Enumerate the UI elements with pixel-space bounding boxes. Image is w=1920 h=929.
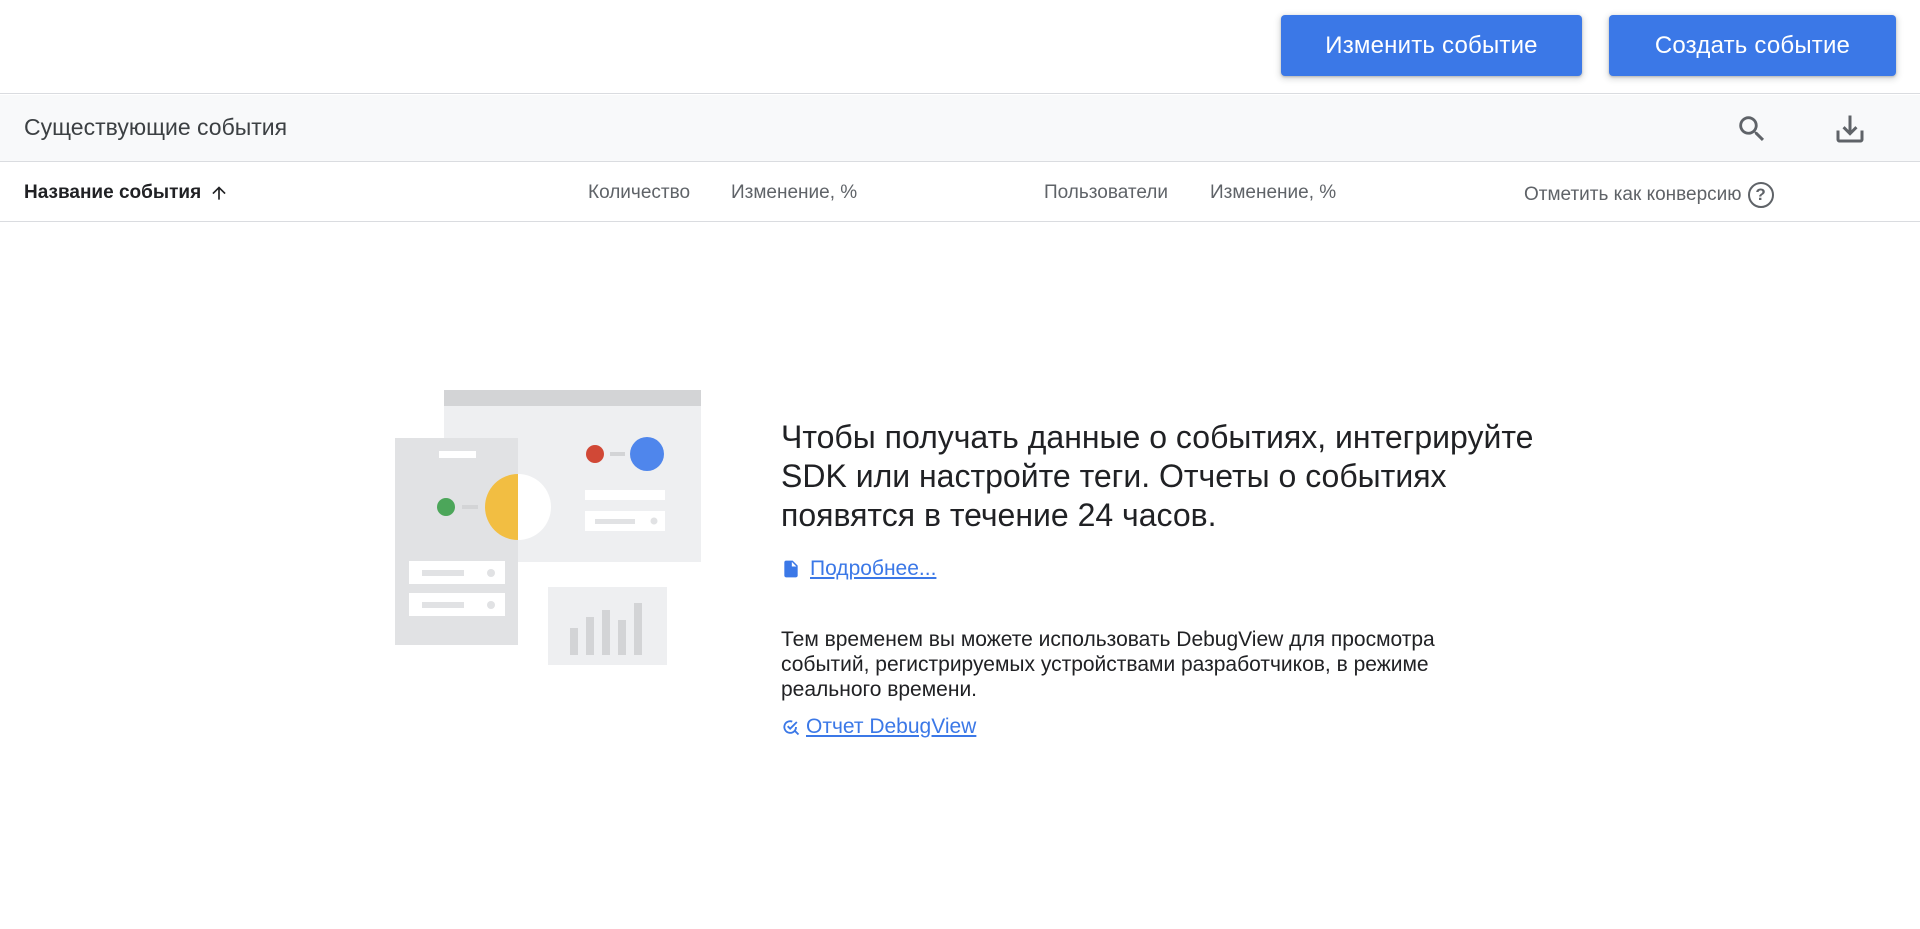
- learn-more-link[interactable]: Подробнее...: [810, 557, 936, 581]
- column-count[interactable]: Количество: [588, 182, 690, 204]
- table-column-header: Название события Количество Изменение, %…: [0, 163, 1920, 222]
- debugview-row: Отчет DebugView: [781, 715, 1581, 739]
- column-users-change[interactable]: Изменение, %: [1210, 182, 1336, 204]
- column-users[interactable]: Пользователи: [1044, 182, 1168, 204]
- download-button[interactable]: [1830, 109, 1870, 149]
- download-icon: [1836, 115, 1864, 143]
- section-header: Существующие события: [0, 95, 1920, 162]
- column-mark-conversion-label: Отметить как конверсию: [1524, 184, 1742, 205]
- search-icon: [1739, 116, 1765, 142]
- help-icon[interactable]: ?: [1747, 182, 1774, 208]
- empty-state-headline: Чтобы получать данные о событиях, интегр…: [781, 419, 1534, 533]
- debugview-report-link[interactable]: Отчет DebugView: [806, 715, 976, 739]
- create-event-button[interactable]: Создать событие: [1609, 15, 1896, 76]
- debug-check-icon: [783, 720, 800, 736]
- column-event-name[interactable]: Название события: [24, 182, 229, 204]
- column-event-name-label: Название события: [24, 182, 202, 203]
- edit-event-button[interactable]: Изменить событие: [1281, 15, 1582, 76]
- empty-state-illustration: [395, 390, 701, 665]
- debugview-description: Тем временем вы можете использовать Debu…: [781, 628, 1435, 701]
- search-button[interactable]: [1732, 109, 1772, 149]
- learn-more-row: Подробнее...: [781, 557, 1581, 581]
- empty-state: Чтобы получать данные о событиях, интегр…: [781, 418, 1581, 739]
- column-mark-conversion: Отметить как конверсию ?: [1524, 182, 1774, 208]
- section-title: Существующие события: [24, 114, 288, 140]
- column-count-change[interactable]: Изменение, %: [731, 182, 857, 204]
- top-action-bar: Изменить событие Создать событие: [0, 0, 1920, 94]
- document-icon: [784, 560, 798, 578]
- arrow-up-icon: [209, 183, 229, 203]
